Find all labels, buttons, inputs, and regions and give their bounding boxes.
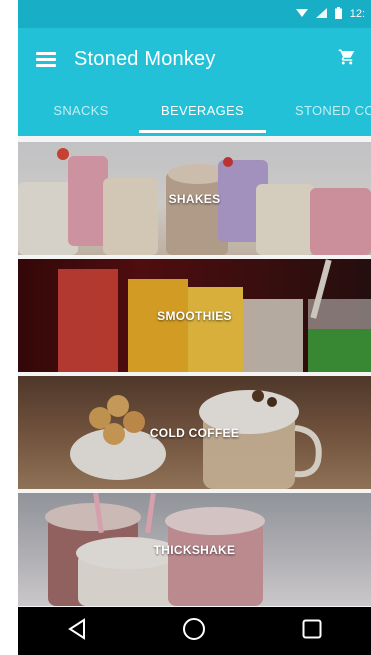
status-bar: 12: [18, 0, 371, 28]
hamburger-icon [36, 52, 56, 67]
wifi-icon [295, 8, 308, 21]
recents-button[interactable] [282, 607, 342, 655]
phone-screen: 12: Stoned Monkey SNACKS BEVERAGES STONE… [18, 0, 371, 655]
category-label: SMOOTHIES [157, 308, 232, 323]
app-title: Stoned Monkey [74, 47, 216, 70]
tab-stoned-co[interactable]: STONED CO [295, 90, 371, 136]
category-list: SHAKES SMOOTHIES COLD COFFEE THICKSHAKE [18, 136, 371, 607]
active-tab-indicator [139, 130, 266, 133]
signal-icon [315, 7, 327, 21]
back-triangle-icon [66, 617, 88, 645]
tab-snacks[interactable]: SNACKS [36, 90, 126, 136]
category-label: THICKSHAKE [153, 542, 236, 557]
home-button[interactable] [164, 607, 224, 655]
category-card-thickshake[interactable]: THICKSHAKE [18, 493, 371, 606]
battery-icon [334, 6, 342, 22]
home-circle-icon [182, 617, 206, 646]
category-label: COLD COFFEE [149, 425, 240, 440]
system-nav-bar [18, 607, 371, 655]
category-label: SHAKES [168, 191, 221, 206]
back-button[interactable] [47, 607, 107, 655]
category-card-shakes[interactable]: SHAKES [18, 142, 371, 255]
recents-square-icon [302, 619, 322, 644]
category-card-smoothies[interactable]: SMOOTHIES [18, 259, 371, 372]
category-card-cold-coffee[interactable]: COLD COFFEE [18, 376, 371, 489]
status-time: 12: [349, 8, 365, 20]
cart-icon [338, 48, 356, 71]
menu-button[interactable] [18, 28, 74, 90]
category-tabs: SNACKS BEVERAGES STONED CO [18, 90, 371, 136]
cart-button[interactable] [323, 28, 371, 90]
app-bar: Stoned Monkey [18, 28, 371, 90]
